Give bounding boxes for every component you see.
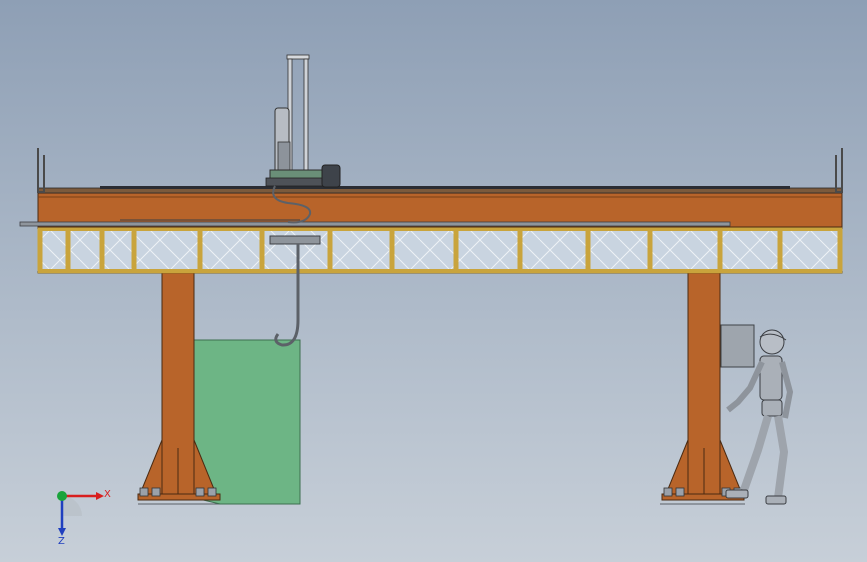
gantry-drawing: X Z [19, 54, 843, 547]
main-beam [19, 148, 843, 228]
axis-z-label: Z [58, 536, 65, 547]
axis-x-label: X [104, 489, 111, 500]
control-cabinet [720, 324, 755, 368]
axis-triad-icon: X Z [57, 489, 111, 547]
cad-viewport[interactable]: X Z [0, 0, 867, 562]
truss-frame [37, 226, 843, 274]
trolley-carriage [265, 54, 341, 188]
